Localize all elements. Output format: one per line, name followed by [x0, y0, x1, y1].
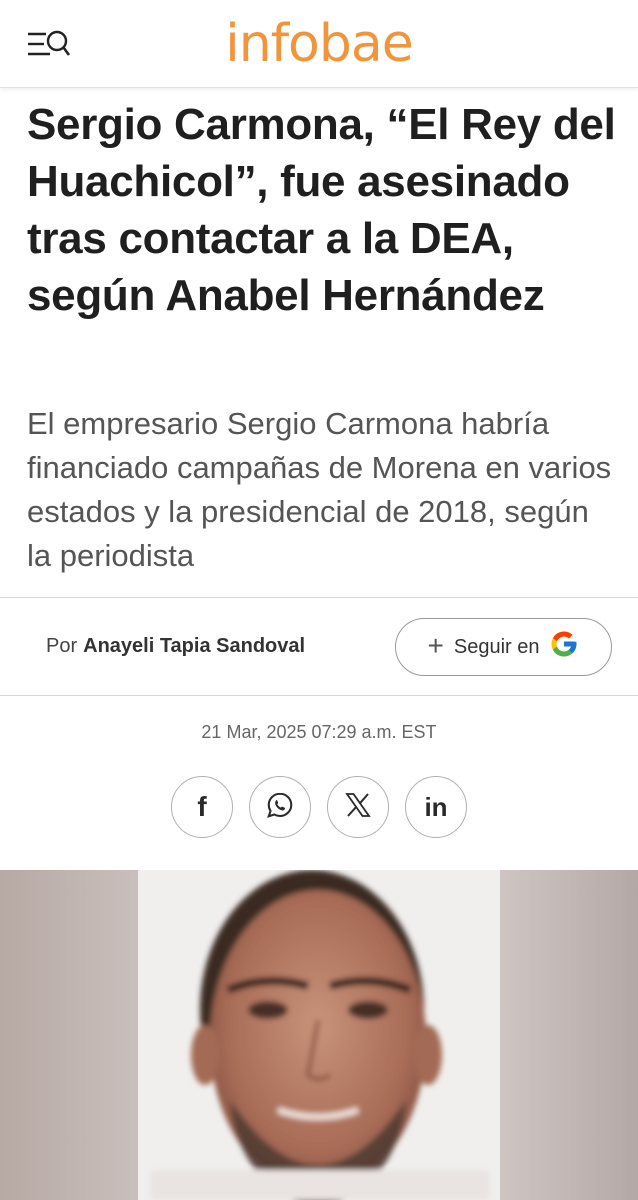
whatsapp-share-button[interactable] [249, 776, 311, 838]
follow-label: Seguir en [453, 635, 540, 658]
linkedin-icon: in [424, 791, 448, 822]
follow-google-button[interactable]: + Seguir en [395, 618, 612, 676]
top-bar: infobae [0, 0, 638, 88]
facebook-share-button[interactable]: f [171, 776, 233, 838]
whatsapp-icon [265, 790, 295, 825]
plus-icon: + [427, 629, 444, 661]
author-link[interactable]: Anayeli Tapia Sandoval [83, 635, 305, 657]
infobae-logo[interactable]: infobae [0, 12, 638, 76]
google-icon [549, 629, 579, 665]
share-buttons: f in [171, 776, 469, 838]
article-headline: Sergio Carmona, “El Rey del Huachicol”, … [27, 100, 616, 320]
byline-prefix: Por [46, 635, 78, 657]
divider-top [0, 597, 638, 598]
byline: Por Anayeli Tapia Sandoval [46, 632, 305, 660]
linkedin-share-button[interactable]: in [405, 776, 467, 838]
x-share-button[interactable] [327, 776, 389, 838]
publish-date: 21 Mar, 2025 07:29 a.m. EST [201, 722, 437, 742]
article-photo [0, 870, 638, 1200]
divider-bottom [0, 695, 638, 696]
facebook-icon: f [197, 791, 207, 822]
article-subtitle: El empresario Sergio Carmona habría fina… [27, 406, 612, 573]
x-icon [344, 791, 372, 824]
